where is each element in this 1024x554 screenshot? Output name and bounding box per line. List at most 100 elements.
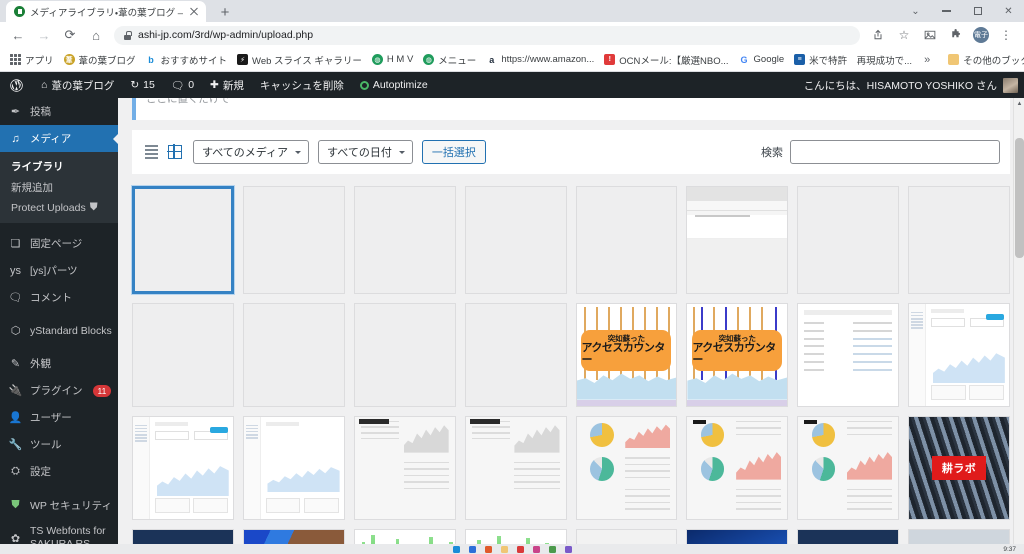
media-item[interactable] (353, 302, 456, 407)
media-item[interactable] (132, 415, 234, 520)
media-item[interactable] (353, 186, 456, 294)
search-input[interactable] (790, 140, 1000, 164)
media-item[interactable]: 突如蘇った アクセスカウンター (575, 302, 678, 407)
list-view-icon[interactable] (142, 143, 161, 162)
bookmark-ocn-mail[interactable]: ! OCNメール:【厳選NBO... (599, 51, 733, 69)
bookmark-web-slice[interactable]: ⚡ Web スライス ギャラリー (232, 51, 367, 69)
media-item[interactable] (464, 415, 567, 520)
media-item[interactable] (242, 186, 345, 294)
submenu-item-library[interactable]: ライブラリ (0, 156, 118, 177)
media-item[interactable] (132, 186, 234, 294)
taskbar-icon[interactable] (468, 545, 476, 553)
submenu-item-add-new[interactable]: 新規追加 (0, 177, 118, 198)
media-item[interactable] (797, 415, 900, 520)
sidebar-item-tools[interactable]: 🔧 ツール (0, 431, 118, 458)
bookmark-menu[interactable]: ◍ メニュー (418, 51, 481, 69)
media-item[interactable] (908, 302, 1010, 407)
folder-icon (948, 54, 960, 65)
new-tab-button[interactable]: + (214, 2, 236, 22)
admin-bar-comments[interactable]: 🗨 0 (163, 72, 202, 98)
bookmark-apps[interactable]: アプリ (5, 51, 59, 69)
sidebar-item-posts[interactable]: ✒ 投稿 (0, 98, 118, 125)
media-item[interactable] (464, 302, 567, 407)
admin-bar-updates[interactable]: ↻ 15 (122, 72, 163, 98)
admin-bar-account[interactable]: こんにちは、HISAMOTO YOSHIKO さん (804, 72, 1024, 98)
taskbar-icon[interactable] (500, 545, 508, 553)
sidebar-item-pages[interactable]: ❏ 固定ページ (0, 230, 118, 257)
plus-icon: ✚ (210, 79, 219, 91)
bookmark-amazon[interactable]: a https://www.amazon... (481, 52, 599, 67)
sidebar-item-users[interactable]: 👤 ユーザー (0, 404, 118, 431)
bookmark-blog[interactable]: 葦 葦の葉ブログ (59, 51, 141, 69)
other-bookmarks-folder[interactable]: その他のブックマーク (943, 51, 1024, 69)
media-item[interactable] (686, 415, 789, 520)
taskbar-icon[interactable] (516, 545, 524, 553)
shield-small-icon: ⛊ (89, 201, 98, 213)
media-item[interactable] (464, 186, 567, 294)
sidebar-item-settings[interactable]: ⛭ 設定 (0, 458, 118, 485)
media-item[interactable] (575, 186, 678, 294)
window-close-button[interactable]: ✕ (993, 0, 1024, 22)
media-item[interactable] (797, 186, 900, 294)
maximize-button[interactable] (962, 0, 993, 22)
forward-icon[interactable]: → (32, 23, 56, 47)
back-icon[interactable]: ← (6, 23, 30, 47)
media-item[interactable] (908, 186, 1010, 294)
bookmark-hmv[interactable]: ◍ H M V (367, 52, 418, 67)
bulk-select-button[interactable]: 一括選択 (421, 140, 486, 164)
admin-bar-site-link[interactable]: ⌂ 葦の葉ブログ (33, 72, 122, 98)
media-toolbar: すべてのメディア すべての日付 一括選択 検索 (132, 130, 1010, 174)
sidebar-item-label: ツール (30, 439, 62, 451)
media-type-filter[interactable]: すべてのメディア (193, 140, 310, 164)
media-item[interactable]: 耕ラボ (908, 415, 1010, 520)
reload-icon[interactable]: ⟳ (58, 23, 82, 47)
admin-bar-autoptimize[interactable]: Autoptimize (352, 72, 436, 98)
bookmark-star-icon[interactable]: ☆ (892, 23, 916, 47)
chevron-down-icon[interactable]: ⌄ (900, 0, 931, 22)
taskbar-icon[interactable] (548, 545, 556, 553)
image-icon[interactable] (918, 23, 942, 47)
media-item[interactable] (242, 415, 345, 520)
share-icon[interactable] (866, 23, 890, 47)
admin-bar-new[interactable]: ✚ 新規 (202, 72, 252, 98)
close-icon[interactable] (188, 6, 200, 18)
profile-avatar[interactable]: 電子 (973, 27, 989, 43)
taskbar-icon[interactable] (452, 545, 460, 553)
bookmark-suggested-sites[interactable]: b おすすめサイト (141, 51, 233, 69)
admin-bar-clear-cache[interactable]: キャッシュを削除 (252, 72, 352, 98)
bookmarks-overflow-button[interactable]: » (917, 54, 937, 66)
media-item[interactable] (242, 302, 345, 407)
sidebar-item-ys-parts[interactable]: ys [ys]パーツ (0, 257, 118, 284)
browser-tab[interactable]: メディアライブラリ・葦の葉ブログ — Wo (6, 1, 206, 22)
bookmark-news[interactable]: ≡ 米で特許 再現成功で... (789, 51, 917, 69)
page-scrollbar[interactable]: ▲ (1013, 98, 1024, 554)
address-bar[interactable]: ashi-jp.com/3rd/wp-admin/upload.php (114, 25, 860, 45)
grid-view-icon[interactable] (165, 143, 184, 162)
taskbar-icon[interactable] (564, 545, 572, 553)
bookmark-google[interactable]: G Google (734, 52, 790, 67)
scrollbar-thumb[interactable] (1015, 138, 1024, 258)
minimize-button[interactable] (931, 0, 962, 22)
sidebar-item-comments[interactable]: 🗨 コメント (0, 284, 118, 311)
media-item[interactable] (797, 302, 900, 407)
sidebar-item-plugins[interactable]: 🔌 プラグイン 11 (0, 377, 118, 404)
wordpress-logo-icon[interactable] (0, 72, 33, 98)
date-filter[interactable]: すべての日付 (318, 140, 413, 164)
sidebar-item-appearance[interactable]: ✎ 外観 (0, 350, 118, 377)
media-item[interactable] (686, 186, 789, 294)
lock-icon (124, 30, 132, 40)
taskbar-icon[interactable] (532, 545, 540, 553)
media-item[interactable]: 突如蘇った アクセスカウンター (686, 302, 789, 407)
taskbar-icon[interactable] (484, 545, 492, 553)
sidebar-item-wp-security[interactable]: ⛊ WP セキュリティ (0, 492, 118, 519)
sidebar-item-media[interactable]: ♫ メディア (0, 125, 118, 152)
home-icon[interactable]: ⌂ (84, 23, 108, 47)
media-item[interactable] (575, 415, 678, 520)
submenu-item-protect-uploads[interactable]: Protect Uploads ⛊ (0, 198, 118, 217)
sidebar-item-ystandard-blocks[interactable]: ⬡ yStandard Blocks (0, 318, 118, 343)
media-item[interactable] (353, 415, 456, 520)
scroll-up-icon[interactable]: ▲ (1014, 98, 1024, 109)
browser-menu-icon[interactable]: ⋮ (994, 23, 1018, 47)
media-item[interactable] (132, 302, 234, 407)
puzzle-icon[interactable] (944, 23, 968, 47)
